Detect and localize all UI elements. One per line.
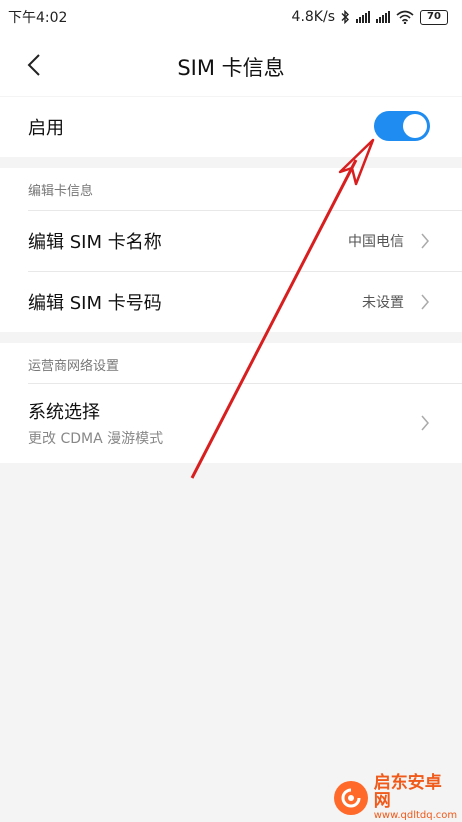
chevron-right-icon [421, 294, 429, 310]
system-select-text: 系统选择 更改 CDMA 漫游模式 [28, 398, 163, 448]
sim-number-value: 未设置 [362, 295, 404, 311]
watermark-title: 启东安卓网 [373, 772, 442, 811]
system-select-row[interactable]: 系统选择 更改 CDMA 漫游模式 [0, 384, 462, 462]
title-bar: SIM 卡信息 [0, 34, 462, 96]
network-section: 运营商网络设置 系统选择 更改 CDMA 漫游模式 [0, 343, 462, 463]
status-icons: 4.8K/s 70 [292, 9, 448, 25]
enable-section: 启用 [0, 97, 462, 157]
watermark-url: www.qdltdq.com [373, 809, 458, 821]
wifi-icon [396, 10, 414, 24]
bluetooth-icon [341, 10, 349, 24]
signal-icon [376, 11, 390, 23]
enable-row: 启用 [0, 97, 462, 157]
watermark-text: 启东安卓网 www.qdltdq.com [373, 772, 458, 821]
chevron-right-icon [421, 415, 429, 431]
section-header-network: 运营商网络设置 [28, 359, 120, 374]
edit-sim-name-row[interactable]: 编辑 SIM 卡名称 中国电信 [0, 211, 462, 271]
page-title: SIM 卡信息 [177, 56, 285, 80]
net-speed: 4.8K/s [291, 9, 335, 25]
enable-label: 启用 [28, 118, 64, 139]
edit-sim-number-label: 编辑 SIM 卡号码 [28, 293, 162, 314]
chevron-right-icon [421, 233, 429, 249]
system-select-label: 系统选择 [28, 402, 100, 423]
status-time: 下午4:02 [8, 10, 68, 26]
system-select-sublabel: 更改 CDMA 漫游模式 [28, 431, 164, 447]
enable-toggle[interactable] [374, 111, 430, 141]
toggle-knob [403, 114, 427, 138]
edit-section: 编辑卡信息 编辑 SIM 卡名称 中国电信 编辑 SIM 卡号码 未设置 [0, 168, 462, 332]
signal-icon [356, 11, 370, 23]
sim-name-value: 中国电信 [348, 234, 404, 250]
edit-sim-name-label: 编辑 SIM 卡名称 [28, 232, 162, 253]
status-bar: 下午4:02 4.8K/s 70 [0, 0, 462, 34]
battery-icon: 70 [420, 9, 448, 25]
edit-sim-number-row[interactable]: 编辑 SIM 卡号码 未设置 [0, 272, 462, 332]
watermark-logo-icon [334, 781, 368, 815]
section-header-edit: 编辑卡信息 [28, 184, 94, 199]
watermark: 启东安卓网 www.qdltdq.com [334, 772, 458, 821]
